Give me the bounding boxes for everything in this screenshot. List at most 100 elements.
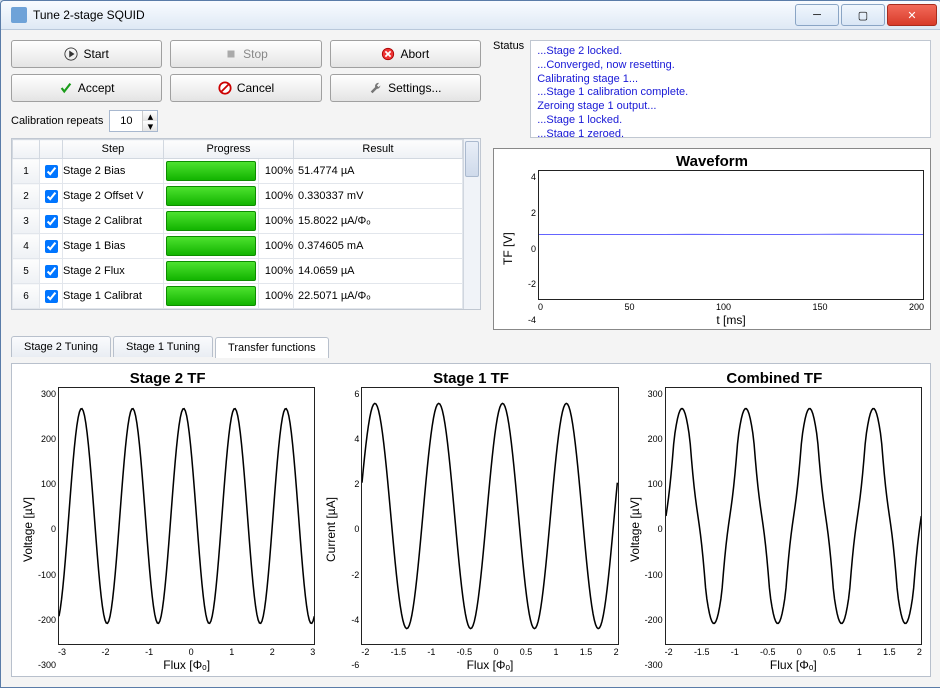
tf-panel: Stage 2 TF Voltage [µV] 3002001000-100-2…: [11, 363, 931, 677]
tf-s2-ylabel: Voltage [µV]: [20, 387, 36, 672]
progress-bar: [164, 184, 259, 209]
cancel-button[interactable]: Cancel: [170, 74, 321, 102]
result-field[interactable]: [294, 159, 462, 183]
settings-button[interactable]: Settings...: [330, 74, 481, 102]
waveform-plot[interactable]: [538, 170, 924, 300]
abort-button[interactable]: Abort: [330, 40, 481, 68]
tf-s1-xlabel: Flux [Φₒ]: [361, 657, 618, 672]
waveform-yticks: 420-2-4: [516, 170, 538, 327]
table-row: 3 Stage 2 Calibrat 100%: [13, 209, 463, 234]
abort-icon: [381, 47, 395, 61]
progress-bar: [164, 159, 259, 184]
col-num: [13, 140, 40, 159]
table-row: 6 Stage 1 Calibrat 100%: [13, 284, 463, 309]
progress-pct: 100%: [259, 234, 294, 259]
tf-s2-xlabel: Flux [Φₒ]: [58, 657, 315, 672]
minimize-button[interactable]: ─: [795, 4, 839, 26]
cal-repeats-input[interactable]: [110, 114, 142, 128]
waveform-panel: Waveform TF [V] 420-2-4 050100150200 t […: [493, 148, 931, 330]
progress-pct: 100%: [259, 284, 294, 309]
waveform-title: Waveform: [500, 153, 924, 170]
start-button[interactable]: Start: [11, 40, 162, 68]
check-icon: [59, 81, 73, 95]
table-scrollbar[interactable]: [463, 139, 480, 309]
tf-cb-plot[interactable]: [665, 387, 922, 645]
scrollbar-thumb[interactable]: [465, 141, 479, 177]
progress-pct: 100%: [259, 159, 294, 184]
tab-stage1-tuning[interactable]: Stage 1 Tuning: [113, 336, 213, 357]
tf-s1-plot[interactable]: [361, 387, 618, 645]
step-checkbox[interactable]: [45, 165, 58, 178]
waveform-ylabel: TF [V]: [500, 170, 516, 327]
row-number: 3: [13, 209, 40, 234]
spin-down[interactable]: ▾: [142, 121, 157, 131]
step-checkbox[interactable]: [45, 290, 58, 303]
result-field[interactable]: [294, 184, 462, 208]
tf-s2-plot[interactable]: [58, 387, 315, 645]
tf-cb-xlabel: Flux [Φₒ]: [665, 657, 922, 672]
cancel-label: Cancel: [237, 81, 274, 95]
row-number: 4: [13, 234, 40, 259]
app-icon: [11, 7, 27, 23]
accept-label: Accept: [78, 81, 115, 95]
tf-s2-title: Stage 2 TF: [20, 370, 315, 387]
status-log[interactable]: ...Stage 2 locked....Converged, now rese…: [530, 40, 931, 138]
settings-label: Settings...: [388, 81, 441, 95]
status-label: Status: [493, 40, 524, 138]
table-row: 2Stage 2 Offset V100%: [13, 184, 463, 209]
col-progress: Progress: [164, 140, 294, 159]
tab-transfer-functions[interactable]: Transfer functions: [215, 337, 329, 358]
row-number: 2: [13, 184, 40, 209]
tf-s1-title: Stage 1 TF: [323, 370, 618, 387]
cancel-icon: [218, 81, 232, 95]
progress-pct: 100%: [259, 184, 294, 209]
abort-label: Abort: [400, 47, 429, 61]
step-name: Stage 2 Bias: [63, 159, 164, 184]
play-icon: [64, 47, 78, 61]
step-checkbox[interactable]: [45, 215, 58, 228]
table-row: 1Stage 2 Bias100%: [13, 159, 463, 184]
step-checkbox[interactable]: [45, 240, 58, 253]
titlebar: Tune 2-stage SQUID ─ ▢ ✕: [1, 1, 940, 30]
tf-cb-ylabel: Voltage [µV]: [627, 387, 643, 672]
result-field[interactable]: [294, 209, 462, 233]
tf-cb-yticks: 3002001000-100-200-300: [643, 387, 665, 672]
step-checkbox[interactable]: [45, 265, 58, 278]
steps-table: Step Progress Result 1Stage 2 Bias100%2S…: [11, 138, 481, 310]
cal-repeats-spinner[interactable]: ▴ ▾: [109, 110, 158, 132]
stop-label: Stop: [243, 47, 268, 61]
tf-combined: Combined TF Voltage [µV] 3002001000-100-…: [627, 370, 922, 672]
progress-bar: [164, 259, 259, 284]
tf-cb-xticks: -2-1.5-1-0.500.511.52: [665, 645, 922, 657]
accept-button[interactable]: Accept: [11, 74, 162, 102]
step-name: Stage 1 Calibrat: [63, 284, 164, 309]
progress-pct: 100%: [259, 209, 294, 234]
row-number: 5: [13, 259, 40, 284]
result-field[interactable]: [294, 234, 462, 258]
col-result: Result: [294, 140, 463, 159]
tab-stage2-tuning[interactable]: Stage 2 Tuning: [11, 336, 111, 357]
tf-cb-title: Combined TF: [627, 370, 922, 387]
client-area: Start Stop Abort Accept: [1, 30, 940, 687]
step-name: Stage 2 Calibrat: [63, 209, 164, 234]
window-title: Tune 2-stage SQUID: [33, 8, 793, 22]
tf-stage2: Stage 2 TF Voltage [µV] 3002001000-100-2…: [20, 370, 315, 672]
tf-s2-xticks: -3-2-10123: [58, 645, 315, 657]
result-field[interactable]: [294, 284, 462, 308]
step-name: Stage 1 Bias: [63, 234, 164, 259]
row-number: 6: [13, 284, 40, 309]
step-checkbox[interactable]: [45, 190, 58, 203]
result-field[interactable]: [294, 259, 462, 283]
step-name: Stage 2 Flux: [63, 259, 164, 284]
col-step: Step: [63, 140, 164, 159]
tf-s1-yticks: 6420-2-4-6: [339, 387, 361, 672]
tab-bar: Stage 2 Tuning Stage 1 Tuning Transfer f…: [11, 336, 931, 357]
stop-button[interactable]: Stop: [170, 40, 321, 68]
col-check: [40, 140, 63, 159]
tf-stage1: Stage 1 TF Current [µA] 6420-2-4-6 -2-1.…: [323, 370, 618, 672]
maximize-button[interactable]: ▢: [841, 4, 885, 26]
tf-s1-xticks: -2-1.5-1-0.500.511.52: [361, 645, 618, 657]
progress-bar: [164, 209, 259, 234]
close-button[interactable]: ✕: [887, 4, 937, 26]
wrench-icon: [369, 81, 383, 95]
